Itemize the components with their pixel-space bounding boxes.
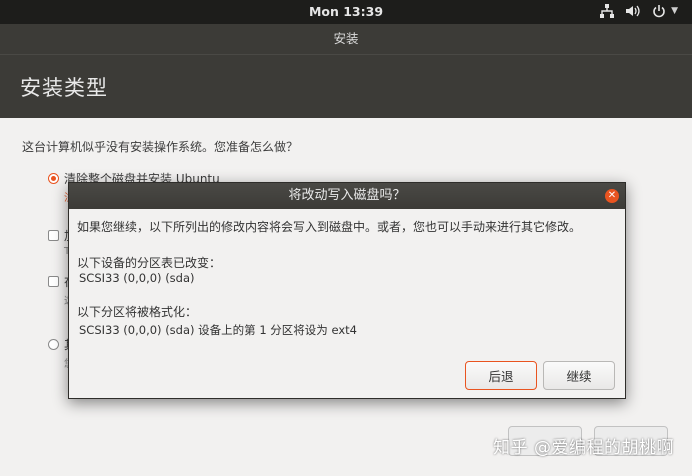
- power-icon[interactable]: [651, 3, 667, 19]
- dialog-message: 如果您继续，以下所列出的修改内容将会写入到磁盘中。或者，您也可以手动来进行其它修…: [77, 220, 582, 234]
- network-icon[interactable]: [599, 3, 615, 19]
- checkbox[interactable]: [48, 230, 59, 241]
- radio-button[interactable]: [48, 173, 59, 184]
- dialog-title: 将改动写入磁盘吗？: [69, 183, 625, 209]
- page-header: 安装类型: [0, 54, 692, 118]
- close-icon[interactable]: ✕: [605, 189, 619, 203]
- watermark: 知乎 @爱编程的胡桃啊: [493, 438, 674, 458]
- chevron-down-icon[interactable]: ▼: [671, 6, 678, 16]
- format-detail: SCSI33 (0,0,0) (sda) 设备上的第 1 分区将设为 ext4: [79, 323, 357, 337]
- volume-icon[interactable]: [625, 3, 641, 19]
- radio-button[interactable]: [48, 339, 59, 350]
- checkbox[interactable]: [48, 276, 59, 287]
- continue-button[interactable]: 继续: [543, 361, 615, 390]
- format-heading: 以下分区将被格式化：: [77, 305, 198, 319]
- back-button[interactable]: 后退: [465, 361, 537, 390]
- partition-table-device: SCSI33 (0,0,0) (sda): [79, 271, 195, 285]
- system-indicators[interactable]: ▼: [599, 3, 678, 19]
- window-title: 安装: [0, 24, 692, 54]
- page-title: 安装类型: [20, 76, 108, 100]
- clock[interactable]: Mon 13:39: [0, 4, 692, 19]
- partition-table-heading: 以下设备的分区表已改变：: [77, 256, 222, 270]
- top-bar: Mon 13:39 ▼: [0, 0, 692, 24]
- install-question: 这台计算机似乎没有安装操作系统。您准备怎么做？: [22, 140, 299, 154]
- write-changes-dialog: 将改动写入磁盘吗？ ✕ 如果您继续，以下所列出的修改内容将会写入到磁盘中。或者，…: [68, 182, 626, 399]
